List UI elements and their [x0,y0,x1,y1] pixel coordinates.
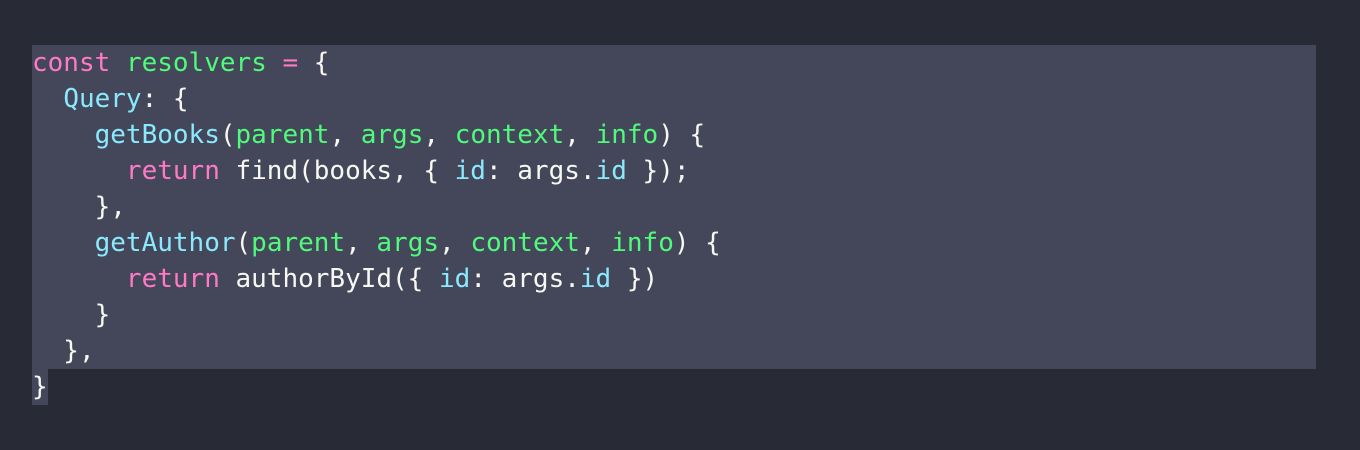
code-token: , [564,120,596,150]
code-token: return [125,264,220,294]
code-token: ( [235,228,252,258]
code-token: id [579,264,612,294]
code-token: info [595,120,659,150]
code-token: ( [219,120,236,150]
code-token: authorById({ [219,264,439,294]
code-token: id [454,156,486,186]
code-token: , [439,228,471,258]
code-token: Query [63,84,142,114]
code-token: context [470,228,580,258]
code-token: return [125,156,220,186]
code-token: : args. [485,156,596,186]
code-token: id [439,264,471,294]
code-token: : args. [470,264,580,294]
code-line-4[interactable]: return find(books, { id: args.id }); [32,153,721,189]
code-token: }, [32,192,126,222]
code-line-5[interactable]: }, [32,189,721,225]
code-token: }, [32,336,95,366]
code-line-7[interactable]: return authorById({ id: args.id }) [32,261,721,297]
code-line-6[interactable]: getAuthor(parent, args, context, info) { [32,225,721,261]
code-token: , [579,228,612,258]
code-line-2[interactable]: Query: { [32,81,721,117]
code-token: const [32,48,111,78]
code-token: find(books, { [219,156,455,186]
code-line-10[interactable]: } [32,369,721,405]
code-line-3[interactable]: getBooks(parent, args, context, info) { [32,117,721,153]
code-token: args [360,120,424,150]
code-token: = [282,48,299,78]
code-token: , [423,120,455,150]
code-block[interactable]: const resolvers = { Query: { getBooks(pa… [32,45,721,405]
code-token: args [376,228,440,258]
code-editor[interactable]: const resolvers = { Query: { getBooks(pa… [0,0,1360,450]
code-line-9[interactable]: }, [32,333,721,369]
code-token: , [345,228,377,258]
code-token: , [329,120,361,150]
code-token: getAuthor [94,228,236,258]
code-token: ) { [673,228,721,258]
code-token: parent [235,120,330,150]
code-token: info [611,228,674,258]
code-token: getBooks [94,120,220,150]
code-token: } [32,300,111,330]
code-token: resolvers [125,48,267,78]
code-token: : { [141,84,189,114]
code-token: }) [611,264,659,294]
code-token: } [32,372,48,402]
code-line-1[interactable]: const resolvers = { [32,45,721,81]
code-token: parent [251,228,346,258]
code-line-8[interactable]: } [32,297,721,333]
code-token: { [298,48,330,78]
code-token: id [595,156,627,186]
code-token: }); [626,156,690,186]
code-token: context [454,120,565,150]
code-token: ) { [658,120,706,150]
